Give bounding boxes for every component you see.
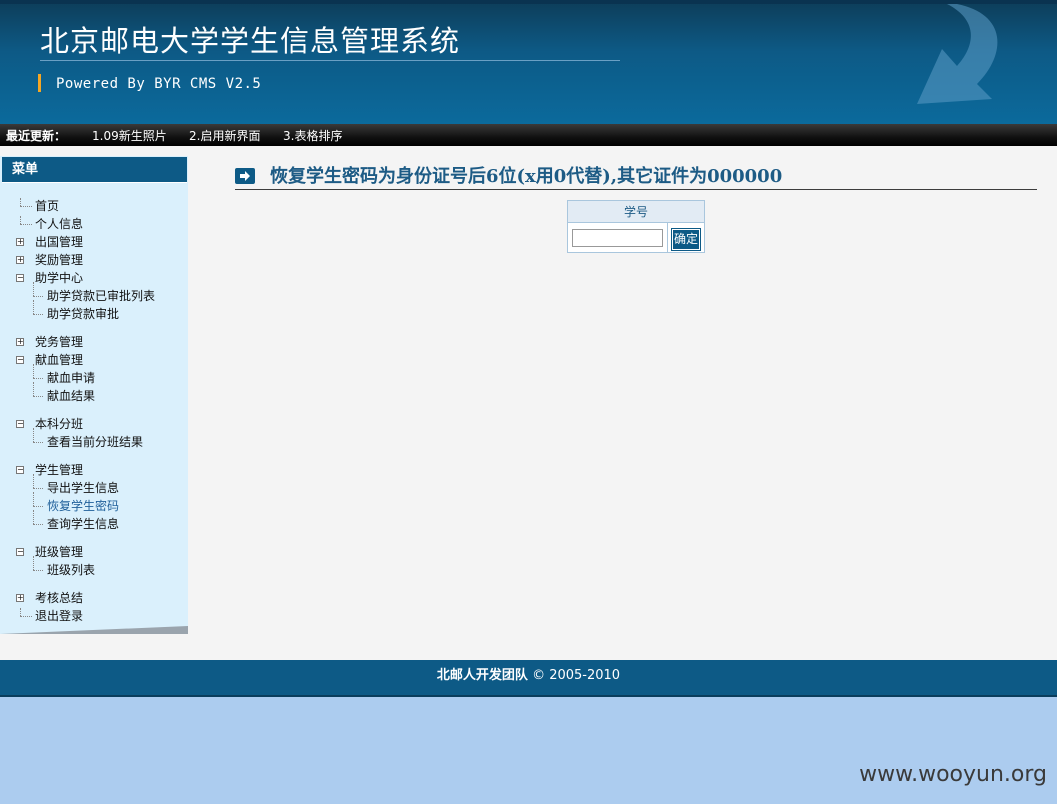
sidebar-item[interactable]: 班级列表 — [47, 562, 95, 578]
tree-connector — [33, 378, 43, 379]
page-title: 恢复学生密码为身份证号后6位(x用0代替),其它证件为000000 — [270, 166, 783, 187]
tree-connector — [33, 506, 43, 507]
news-item[interactable]: 2.启用新界面 — [189, 124, 260, 148]
tree-connector — [20, 608, 21, 616]
form-divider — [667, 223, 668, 252]
sidebar-item[interactable]: 学生管理 — [35, 462, 83, 478]
reset-password-form: 学号 确定 — [567, 200, 705, 253]
tree-connector — [20, 224, 32, 225]
tree-connector — [33, 474, 34, 488]
footer: 北邮人开发团队 © 2005-2010 — [0, 660, 1057, 697]
footer-team: 北邮人开发团队 — [436, 668, 528, 683]
tree-connector — [33, 428, 34, 442]
tree-connector — [33, 488, 43, 489]
tree-connector — [20, 616, 32, 617]
collapse-icon[interactable]: − — [16, 466, 24, 474]
sidebar-item[interactable]: 党务管理 — [35, 334, 83, 350]
curved-arrow-icon — [917, 4, 998, 104]
sidebar-item[interactable]: 献血管理 — [35, 352, 83, 368]
watermark: www.wooyun.org — [859, 762, 1047, 787]
expand-icon[interactable]: + — [16, 338, 24, 346]
sidebar-item[interactable]: 本科分班 — [35, 416, 83, 432]
sidebar-item[interactable]: 助学贷款审批 — [47, 306, 119, 322]
tree-connector — [33, 314, 43, 315]
collapse-icon[interactable]: − — [16, 548, 24, 556]
student-id-label: 学号 — [568, 201, 704, 223]
sidebar-item[interactable]: 班级管理 — [35, 544, 83, 560]
tree-connector — [33, 556, 34, 570]
tree-connector — [33, 364, 34, 378]
sidebar-item[interactable]: 查看当前分班结果 — [47, 434, 143, 450]
sidebar-item[interactable]: 退出登录 — [35, 608, 83, 624]
sidebar-item[interactable]: 导出学生信息 — [47, 480, 119, 496]
sidebar-item[interactable]: 考核总结 — [35, 590, 83, 606]
title-divider — [235, 189, 1037, 190]
tree-connector — [33, 492, 34, 506]
tree-connector — [20, 198, 21, 206]
sidebar-item[interactable]: 奖励管理 — [35, 252, 83, 268]
sidebar-item[interactable]: 个人信息 — [35, 216, 83, 232]
tree-connector — [33, 396, 43, 397]
sidebar-item[interactable]: 献血申请 — [47, 370, 95, 386]
tree-connector — [20, 206, 32, 207]
news-item[interactable]: 3.表格排序 — [283, 124, 342, 148]
news-item[interactable]: 1.09新生照片 — [92, 124, 167, 148]
sidebar-item[interactable]: 首页 — [35, 198, 59, 214]
expand-icon[interactable]: + — [16, 594, 24, 602]
confirm-button[interactable]: 确定 — [671, 228, 701, 251]
sidebar-item[interactable]: 恢复学生密码 — [47, 498, 119, 514]
student-id-input[interactable] — [572, 229, 663, 247]
collapse-icon[interactable]: − — [16, 274, 24, 282]
tree-connector — [20, 216, 21, 224]
tree-connector — [33, 382, 34, 396]
tree-connector — [33, 570, 43, 571]
powered-by-text: Powered By BYR CMS V2.5 — [56, 76, 262, 92]
news-label: 最近更新： — [6, 129, 67, 143]
sidebar-item[interactable]: 出国管理 — [35, 234, 83, 250]
tree-connector — [33, 282, 34, 296]
arrow-right-icon — [235, 168, 255, 184]
sidebar-item[interactable]: 助学中心 — [35, 270, 83, 286]
collapse-icon[interactable]: − — [16, 420, 24, 428]
title-divider — [40, 60, 620, 61]
main-area: 菜单 首页个人信息出国管理 + 奖励管理 + 助学中心 − 助学贷款已审批列表 助学贷款审批党… — [0, 146, 1057, 660]
expand-icon[interactable]: + — [16, 238, 24, 246]
tree-connector — [33, 510, 34, 524]
sidebar: 菜单 首页个人信息出国管理 + 奖励管理 + 助学中心 − 助学贷款已审批列表 助学贷款审批党… — [0, 156, 188, 634]
tree-connector — [33, 300, 34, 314]
site-header: 北京邮电大学学生信息管理系统 Powered By BYR CMS V2.5 — [0, 0, 1057, 124]
footer-copyright: © 2005-2010 — [532, 668, 621, 683]
menu-header: 菜单 — [2, 157, 187, 183]
tree-connector — [33, 296, 43, 297]
tree-connector — [33, 524, 43, 525]
sidebar-item[interactable]: 献血结果 — [47, 388, 95, 404]
site-title: 北京邮电大学学生信息管理系统 — [40, 24, 461, 58]
sidebar-shadow — [0, 626, 188, 634]
news-bar: 最近更新： 1.09新生照片 2.启用新界面 3.表格排序 — [0, 124, 1057, 146]
tree-connector — [33, 442, 43, 443]
sidebar-item[interactable]: 助学贷款已审批列表 — [47, 288, 155, 304]
powered-accent-bar — [38, 74, 41, 92]
collapse-icon[interactable]: − — [16, 356, 24, 364]
sidebar-item[interactable]: 查询学生信息 — [47, 516, 119, 532]
expand-icon[interactable]: + — [16, 256, 24, 264]
